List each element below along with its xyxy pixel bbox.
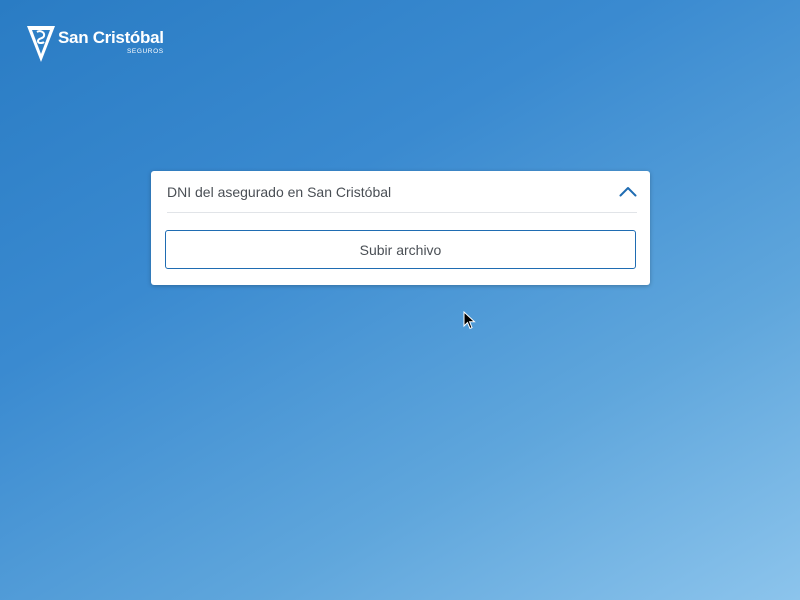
mouse-pointer-icon (463, 311, 476, 330)
document-upload-card: DNI del asegurado en San Cristóbal Subir… (151, 171, 650, 285)
accordion-header[interactable]: DNI del asegurado en San Cristóbal (167, 171, 637, 213)
shield-logo-icon (27, 26, 55, 62)
brand-logo: San Cristóbal SEGUROS (26, 24, 164, 64)
accordion-title: DNI del asegurado en San Cristóbal (167, 184, 392, 200)
brand-subtitle: SEGUROS (126, 48, 164, 55)
brand-name: San Cristóbal (58, 28, 164, 47)
upload-file-button[interactable]: Subir archivo (165, 230, 636, 269)
chevron-up-icon[interactable] (619, 186, 637, 198)
